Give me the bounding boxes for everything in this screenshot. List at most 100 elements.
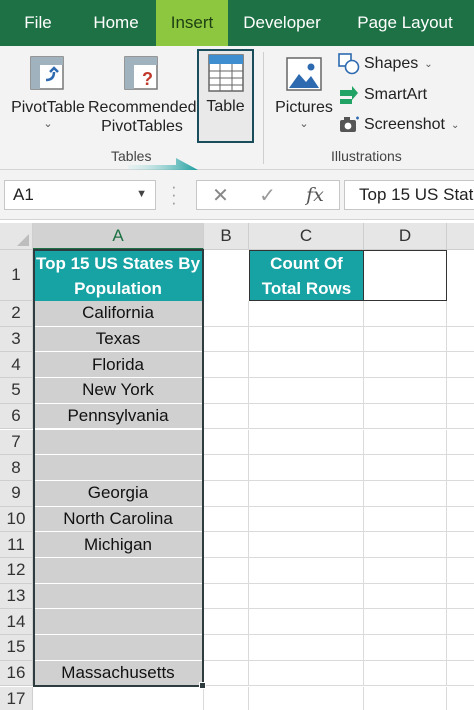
cell-d6[interactable] <box>364 403 447 430</box>
cell-c13[interactable] <box>249 583 364 610</box>
cell-c4[interactable] <box>249 352 364 379</box>
cell-c12[interactable] <box>249 558 364 584</box>
cell-c17[interactable] <box>249 686 364 710</box>
row-header-5[interactable]: 5 <box>0 378 33 404</box>
cell-a3[interactable]: Texas <box>34 326 202 353</box>
cell-a13[interactable] <box>34 583 202 610</box>
cell-c2[interactable] <box>249 301 364 327</box>
cell-e16[interactable] <box>447 661 474 687</box>
tab-developer[interactable]: Developer <box>228 0 336 46</box>
tab-home[interactable]: Home <box>76 0 156 46</box>
row-header-4[interactable]: 4 <box>0 352 33 379</box>
cell-d7[interactable] <box>364 429 447 456</box>
cell-b2[interactable] <box>204 301 249 327</box>
cancel-icon[interactable]: ✕ <box>212 183 229 208</box>
cell-e14[interactable] <box>447 609 474 636</box>
formula-input[interactable]: Top 15 US States By Population <box>344 180 474 210</box>
tab-file[interactable]: File <box>0 0 76 46</box>
cell-b4[interactable] <box>204 352 249 379</box>
tab-page-layout[interactable]: Page Layout <box>336 0 474 46</box>
cell-c7[interactable] <box>249 429 364 456</box>
cell-d10[interactable] <box>364 506 447 533</box>
cell-e17[interactable] <box>447 687 474 710</box>
cell-d16[interactable] <box>364 660 447 687</box>
cell-e13[interactable] <box>447 584 474 610</box>
cell-b9[interactable] <box>204 480 249 507</box>
column-header-e[interactable] <box>447 223 474 250</box>
cell-c16[interactable] <box>249 660 364 687</box>
row-header-15[interactable]: 15 <box>0 635 33 661</box>
enter-check-icon[interactable]: ✓ <box>259 183 276 208</box>
cell-d13[interactable] <box>364 583 447 610</box>
row-header-10[interactable]: 10 <box>0 506 33 533</box>
cell-e10[interactable] <box>447 507 474 533</box>
cell-e15[interactable] <box>447 635 474 661</box>
recommended-pivottables-button[interactable]: ? Recommended PivotTables <box>88 52 197 136</box>
cell-c14[interactable] <box>249 609 364 636</box>
pivottable-button[interactable]: PivotTable ⌄ <box>8 52 88 131</box>
table-button[interactable]: Table <box>197 49 254 143</box>
cell-a7[interactable] <box>34 429 202 456</box>
row-header-12[interactable]: 12 <box>0 558 33 584</box>
row-header-3[interactable]: 3 <box>0 326 33 353</box>
cell-c8[interactable] <box>249 455 364 481</box>
cell-e8[interactable] <box>447 455 474 481</box>
cell-e2[interactable] <box>447 301 474 327</box>
cell-e7[interactable] <box>447 430 474 456</box>
cell-b15[interactable] <box>204 635 249 661</box>
cell-d8[interactable] <box>364 455 447 481</box>
column-header-b[interactable]: B <box>204 223 249 250</box>
cell-a4[interactable]: Florida <box>34 352 202 379</box>
cell-d1[interactable] <box>364 250 447 301</box>
row-header-11[interactable]: 11 <box>0 532 33 558</box>
pictures-button[interactable]: Pictures ⌄ <box>272 52 336 131</box>
tab-insert[interactable]: Insert <box>156 0 228 46</box>
cell-b11[interactable] <box>204 532 249 558</box>
shapes-button[interactable]: Shapes ⌄ <box>338 51 433 77</box>
cell-c10[interactable] <box>249 506 364 533</box>
select-all-corner[interactable] <box>0 223 33 250</box>
cell-a17[interactable] <box>34 686 204 710</box>
cell-a2[interactable]: California <box>34 301 202 327</box>
cell-d12[interactable] <box>364 558 447 584</box>
column-header-a[interactable]: A <box>33 223 204 250</box>
cell-a6[interactable]: Pennsylvania <box>34 403 202 430</box>
cell-a12[interactable] <box>34 558 202 584</box>
row-header-2[interactable]: 2 <box>0 301 33 327</box>
cell-e5[interactable] <box>447 378 474 404</box>
row-header-7[interactable]: 7 <box>0 429 33 456</box>
row-header-8[interactable]: 8 <box>0 455 33 481</box>
cell-b16[interactable] <box>204 660 249 687</box>
cell-b14[interactable] <box>204 609 249 636</box>
row-header-14[interactable]: 14 <box>0 609 33 636</box>
cell-c6[interactable] <box>249 403 364 430</box>
cell-c3[interactable] <box>249 326 364 353</box>
column-header-c[interactable]: C <box>249 223 364 250</box>
cell-a15[interactable] <box>34 635 202 661</box>
insert-function-icon[interactable]: fx <box>306 184 324 206</box>
cell-b8[interactable] <box>204 455 249 481</box>
row-header-1[interactable]: 1 <box>0 250 33 301</box>
fill-handle[interactable] <box>199 682 206 689</box>
cell-c9[interactable] <box>249 480 364 507</box>
name-box[interactable]: A1 ▼ <box>4 180 156 210</box>
cell-a14[interactable] <box>34 609 202 636</box>
cell-e6[interactable] <box>447 404 474 430</box>
cell-d4[interactable] <box>364 352 447 379</box>
cell-d5[interactable] <box>364 378 447 404</box>
row-header-9[interactable]: 9 <box>0 480 33 507</box>
cell-e9[interactable] <box>447 481 474 507</box>
column-header-d[interactable]: D <box>364 223 447 250</box>
cell-c15[interactable] <box>249 635 364 661</box>
cell-b6[interactable] <box>204 403 249 430</box>
name-box-dropdown-icon[interactable]: ▼ <box>136 188 147 200</box>
cell-d17[interactable] <box>364 686 447 710</box>
cell-a16[interactable]: Massachusetts <box>34 660 202 687</box>
row-header-13[interactable]: 13 <box>0 583 33 610</box>
cell-e4[interactable] <box>447 352 474 379</box>
cell-a8[interactable] <box>34 455 202 481</box>
smartart-button[interactable]: SmartArt <box>338 82 427 108</box>
cell-b13[interactable] <box>204 583 249 610</box>
cell-e12[interactable] <box>447 558 474 584</box>
cell-c1[interactable]: Count Of Total Rows <box>249 250 364 301</box>
